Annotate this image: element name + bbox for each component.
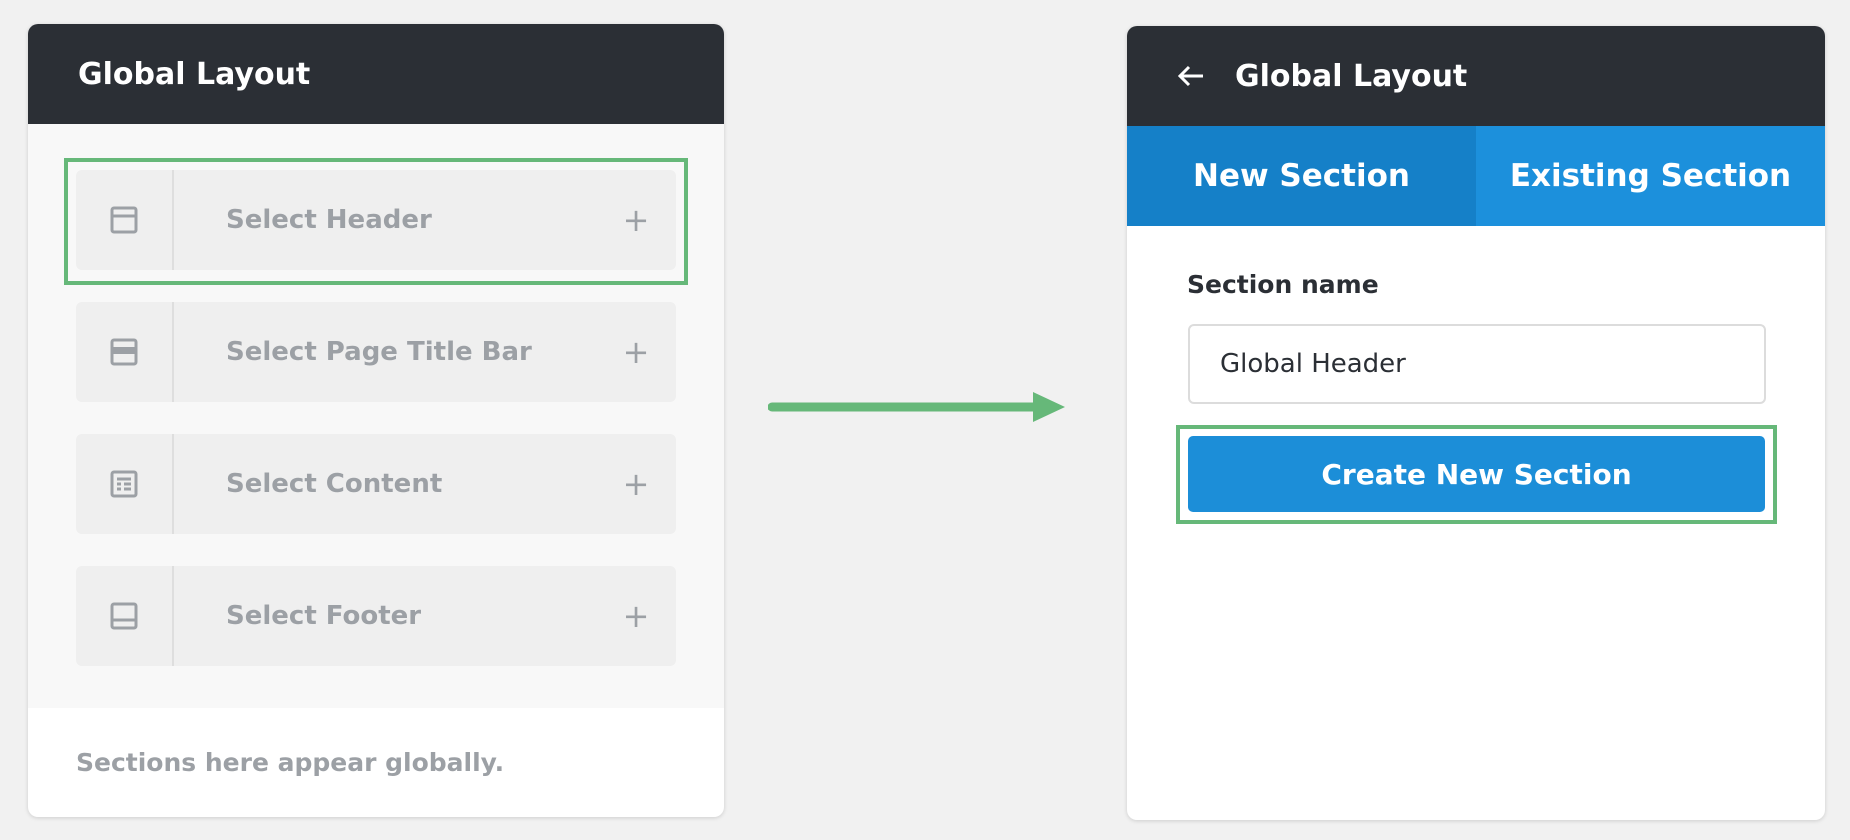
panel-title: Global Layout bbox=[78, 56, 311, 92]
add-icon[interactable]: + bbox=[606, 465, 666, 503]
add-icon[interactable]: + bbox=[606, 597, 666, 635]
item-label: Select Content bbox=[226, 469, 443, 499]
page-title-bar-icon bbox=[110, 338, 138, 366]
content-layout-icon bbox=[110, 470, 138, 498]
add-icon[interactable]: + bbox=[606, 333, 666, 371]
item-label: Select Footer bbox=[226, 601, 422, 631]
footer-layout-icon bbox=[110, 602, 138, 630]
panel-title: Global Layout bbox=[1235, 58, 1468, 94]
select-page-title-bar-item[interactable]: Select Page Title Bar + bbox=[76, 302, 676, 402]
item-label: Select Header bbox=[226, 205, 432, 235]
create-new-section-button[interactable]: Create New Section bbox=[1188, 436, 1765, 512]
tab-existing-section[interactable]: Existing Section bbox=[1476, 126, 1825, 226]
global-layout-editor-panel: Global Layout New Section Existing Secti… bbox=[1127, 26, 1825, 820]
section-name-input[interactable] bbox=[1188, 324, 1766, 404]
flow-arrow-icon bbox=[768, 392, 1065, 422]
tab-new-section[interactable]: New Section bbox=[1127, 126, 1476, 226]
panel-header: Global Layout bbox=[28, 24, 724, 124]
global-layout-panel: Global Layout Select Header + Select Pag… bbox=[28, 24, 724, 817]
item-label: Select Page Title Bar bbox=[226, 337, 532, 367]
add-icon[interactable]: + bbox=[606, 201, 666, 239]
header-layout-icon bbox=[110, 206, 138, 234]
select-footer-item[interactable]: Select Footer + bbox=[76, 566, 676, 666]
back-arrow-icon[interactable] bbox=[1175, 60, 1207, 92]
sections-list: Select Header + Select Page Title Bar + bbox=[28, 124, 724, 708]
select-content-item[interactable]: Select Content + bbox=[76, 434, 676, 534]
panel-footer-note: Sections here appear globally. bbox=[76, 748, 505, 777]
section-name-label: Section name bbox=[1187, 270, 1379, 299]
select-header-item[interactable]: Select Header + bbox=[76, 170, 676, 270]
new-section-form: Section name Create New Section bbox=[1127, 226, 1825, 820]
panel-header: Global Layout bbox=[1127, 26, 1825, 126]
section-tabs: New Section Existing Section bbox=[1127, 126, 1825, 226]
